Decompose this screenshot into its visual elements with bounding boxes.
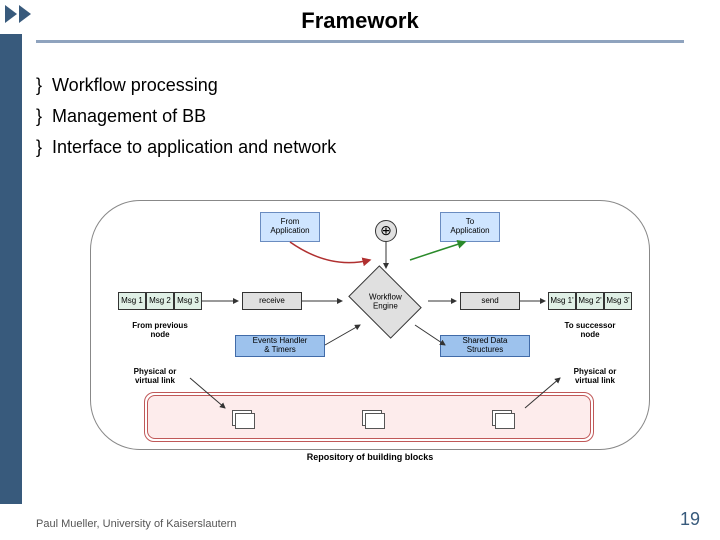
to-successor-label: To successor node — [550, 322, 630, 340]
bullet-icon: } — [36, 134, 42, 161]
msg-in-3: Msg 3 — [174, 292, 202, 310]
bb-circle: ⊕ — [375, 220, 397, 242]
repository-label: Repository of building blocks — [70, 452, 670, 462]
doc-icon — [490, 408, 514, 426]
receive-box: receive — [242, 292, 302, 310]
from-previous-label: From previous node — [120, 322, 200, 340]
msg-in-2: Msg 2 — [146, 292, 174, 310]
page-title: Framework — [0, 0, 720, 34]
phys-link-left-label: Physical or virtual link — [120, 368, 190, 386]
diagram: From Application To Application ⊕ Msg 1 … — [70, 200, 670, 480]
left-bar — [0, 34, 22, 504]
title-rule — [36, 40, 684, 43]
send-box: send — [460, 292, 520, 310]
footer-page-number: 19 — [680, 509, 700, 530]
phys-link-right-label: Physical or virtual link — [560, 368, 630, 386]
content: } Workflow processing } Management of BB }… — [36, 72, 700, 165]
bullet-text: Workflow processing — [52, 72, 218, 99]
to-application-box: To Application — [440, 212, 500, 242]
from-application-box: From Application — [260, 212, 320, 242]
bullets: } Workflow processing } Management of BB }… — [36, 72, 700, 161]
doc-icon — [360, 408, 384, 426]
msg-out-1: Msg 1' — [548, 292, 576, 310]
bullet-icon: } — [36, 72, 42, 99]
bullet-text: Management of BB — [52, 103, 206, 130]
msg-in-1: Msg 1 — [118, 292, 146, 310]
shared-data-box: Shared Data Structures — [440, 335, 530, 357]
msg-out-2: Msg 2' — [576, 292, 604, 310]
events-handler-box: Events Handler & Timers — [235, 335, 325, 357]
doc-icon — [230, 408, 254, 426]
logo-arrows — [5, 5, 31, 23]
footer-author: Paul Mueller, University of Kaiserslaute… — [36, 518, 237, 530]
bullet-icon: } — [36, 103, 42, 130]
msg-out-3: Msg 3' — [604, 292, 632, 310]
bullet-text: Interface to application and network — [52, 134, 336, 161]
